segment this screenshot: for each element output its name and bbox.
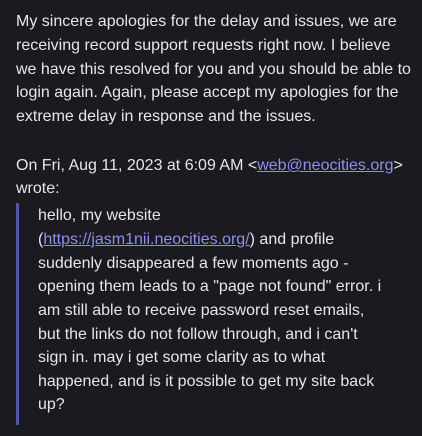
quote-line: up?	[38, 396, 65, 413]
reply-line: receiving record support requests right …	[16, 37, 391, 54]
quote-line: (https://jasm1nii.neocities.org/) and pr…	[38, 228, 334, 252]
quote-text: ) and profile	[249, 231, 335, 248]
reply-line: login again. Again, please accept my apo…	[16, 84, 399, 101]
attribution-line: On Fri, Aug 11, 2023 at 6:09 AM <web@neo…	[16, 154, 403, 178]
quote-line: hello, my website	[38, 207, 161, 224]
quote-line: am still able to receive password reset …	[38, 302, 365, 319]
attribution-date: On Fri, Aug 11, 2023 at 6:09 AM <	[16, 157, 258, 174]
quote-line: sign in. may i get some clarity as to wh…	[38, 349, 326, 366]
sender-email-link[interactable]: web@neocities.org	[257, 157, 393, 174]
website-link[interactable]: https://jasm1nii.neocities.org/	[43, 231, 249, 248]
quote-line: suddenly disappeared a few moments ago -	[38, 255, 349, 272]
quote-line: happened, and is it possible to get my s…	[38, 373, 375, 390]
reply-line: we have this resolved for you and you sh…	[16, 61, 411, 78]
reply-line: My sincere apologies for the delay and i…	[16, 13, 397, 30]
quote-line: opening them leads to a "page not found"…	[38, 278, 382, 295]
quote-bar	[16, 203, 19, 425]
attribution-suffix: >	[393, 157, 403, 174]
attribution-wrote: wrote:	[16, 180, 60, 197]
quote-line: but the links do not follow through, and…	[38, 326, 358, 343]
reply-line: extreme delay in response and the issues…	[16, 108, 316, 125]
